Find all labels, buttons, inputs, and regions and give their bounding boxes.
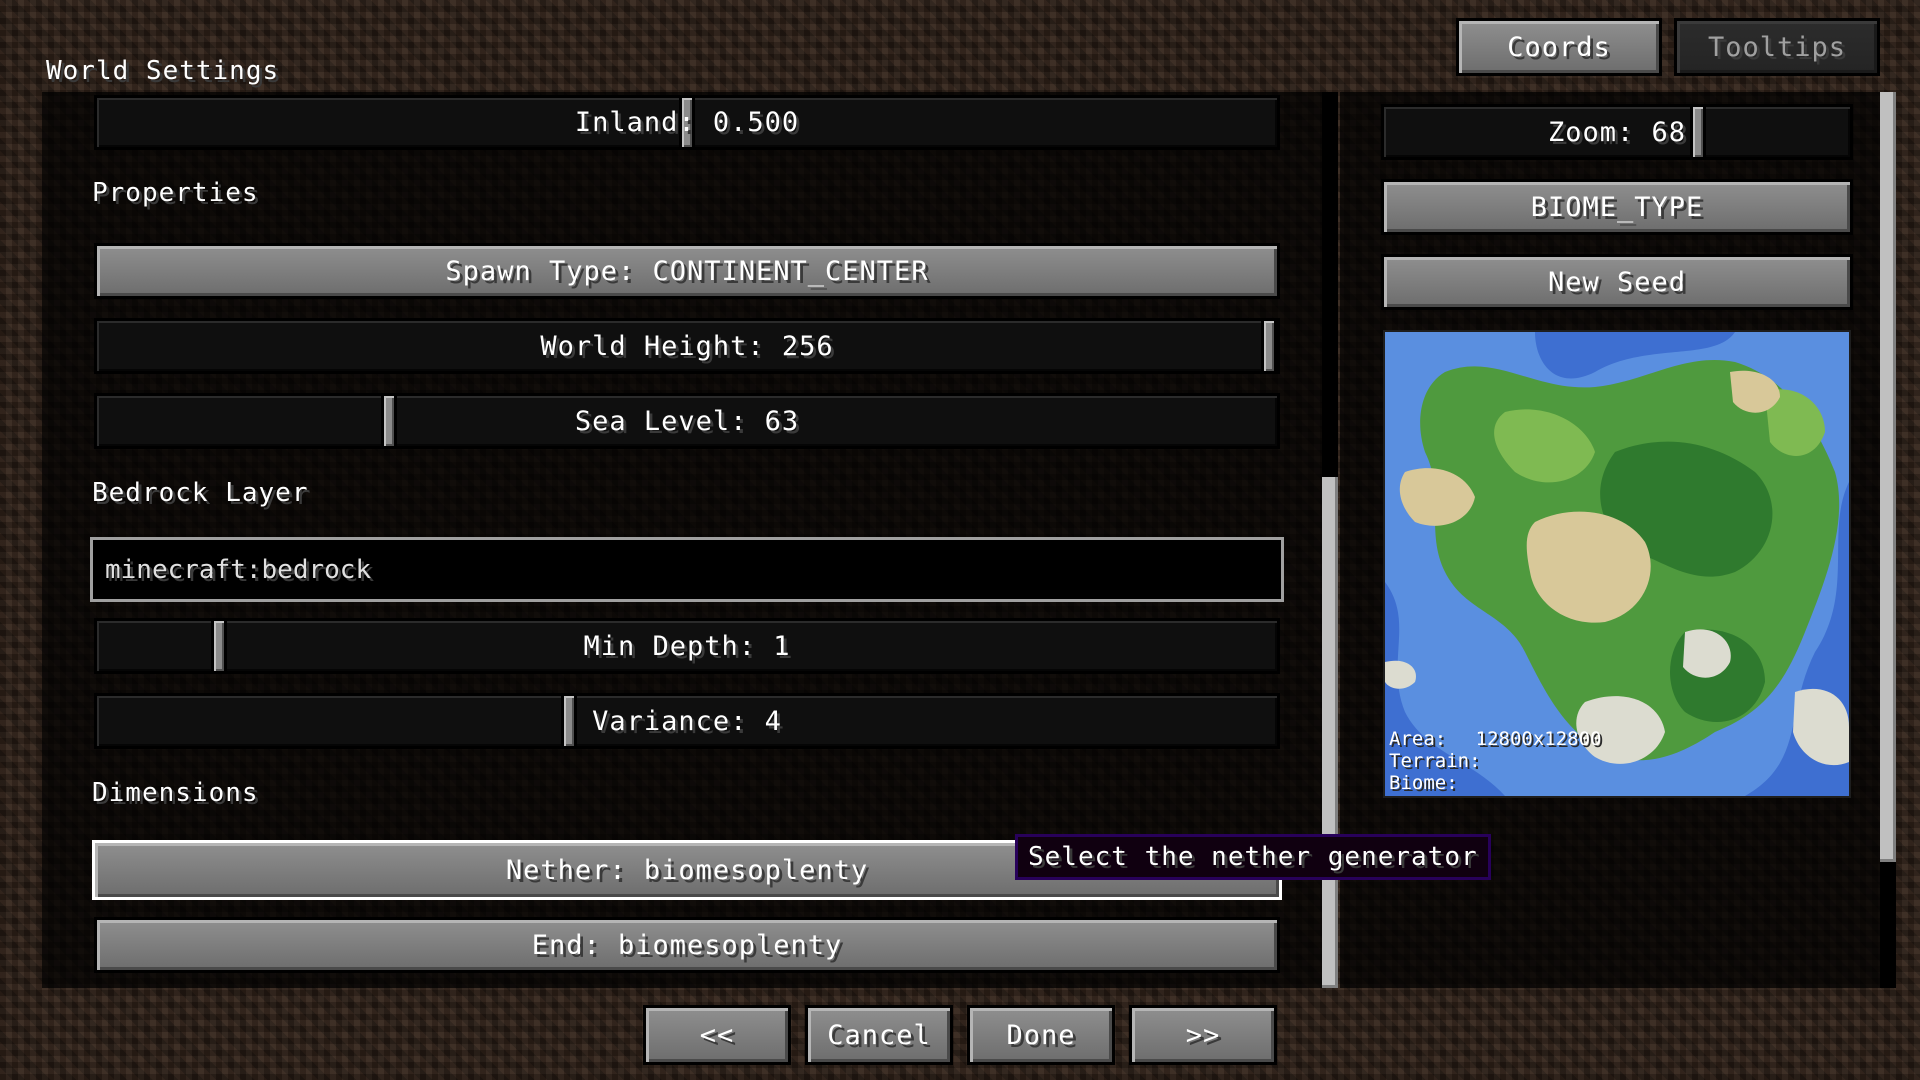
- variance-slider[interactable]: Variance: 4: [94, 693, 1280, 749]
- previous-page-button[interactable]: <<: [643, 1005, 791, 1065]
- min-depth-slider[interactable]: Min Depth: 1: [94, 618, 1280, 674]
- sea-level-slider[interactable]: Sea Level: 63: [94, 393, 1280, 449]
- done-button[interactable]: Done: [967, 1005, 1115, 1065]
- map-area-info: Area: 12800x12800: [1389, 728, 1602, 750]
- settings-scrollbar-thumb[interactable]: [1322, 477, 1338, 988]
- sea-level-slider-label: Sea Level: 63: [574, 405, 800, 437]
- map-terrain-label: Terrain:: [1389, 750, 1481, 772]
- tab-coords[interactable]: Coords: [1456, 18, 1662, 76]
- map-area-value: 12800x12800: [1475, 728, 1602, 750]
- zoom-slider[interactable]: Zoom: 68: [1381, 104, 1853, 160]
- map-biome-label: Biome:: [1389, 772, 1458, 794]
- tab-tooltips[interactable]: Tooltips: [1674, 18, 1880, 76]
- properties-heading: Properties: [92, 178, 259, 208]
- inland-slider-label: Inland: 0.500: [574, 107, 800, 138]
- world-height-slider-knob[interactable]: [1261, 318, 1277, 374]
- min-depth-slider-label: Min Depth: 1: [583, 630, 791, 662]
- world-preview-map[interactable]: Area: 12800x12800 Terrain: Biome:: [1383, 330, 1851, 798]
- map-area-label: Area:: [1389, 728, 1447, 750]
- zoom-slider-knob[interactable]: [1690, 104, 1706, 160]
- inland-slider[interactable]: Inland: 0.500: [94, 95, 1280, 150]
- biome-type-button[interactable]: BIOME_TYPE: [1381, 179, 1853, 235]
- min-depth-slider-knob[interactable]: [211, 618, 227, 674]
- world-height-slider[interactable]: World Height: 256: [94, 318, 1280, 374]
- spawn-type-button[interactable]: Spawn Type: CONTINENT_CENTER: [94, 243, 1280, 299]
- sea-level-slider-knob[interactable]: [381, 393, 397, 449]
- new-seed-button[interactable]: New Seed: [1381, 254, 1853, 310]
- bedrock-block-input[interactable]: [90, 537, 1284, 602]
- end-generator-button[interactable]: End: biomesoplenty: [94, 917, 1280, 973]
- variance-slider-knob[interactable]: [561, 693, 577, 749]
- world-height-slider-label: World Height: 256: [540, 330, 834, 362]
- zoom-slider-label: Zoom: 68: [1547, 116, 1687, 148]
- next-page-button[interactable]: >>: [1129, 1005, 1277, 1065]
- preview-scrollbar-thumb[interactable]: [1880, 92, 1896, 862]
- bedrock-layer-heading: Bedrock Layer: [92, 478, 309, 508]
- variance-slider-label: Variance: 4: [592, 705, 782, 737]
- cancel-button[interactable]: Cancel: [805, 1005, 953, 1065]
- nether-tooltip: Select the nether generator: [1015, 834, 1491, 880]
- dimensions-heading: Dimensions: [92, 778, 259, 808]
- page-title: World Settings: [46, 56, 280, 86]
- biome-map-graphic: [1385, 332, 1849, 796]
